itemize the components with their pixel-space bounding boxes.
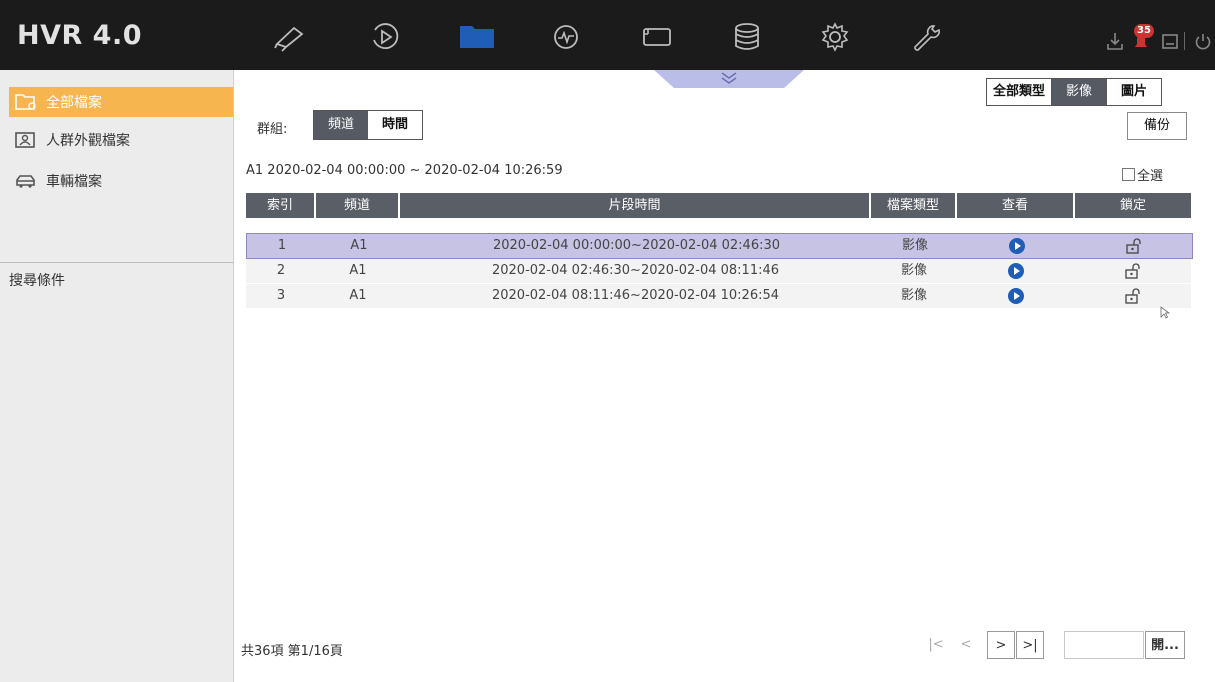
cell-view [957,284,1075,308]
alarm-count-badge: 35 [1134,24,1154,38]
column-header-file-type: 檔案類型 [871,193,957,218]
last-page-button[interactable]: >| [1016,631,1044,659]
sidebar: 全部檔案 人群外觀檔案 車輛檔案 搜尋條件 [0,70,234,682]
tab-picture[interactable]: 圖片 [1107,79,1162,105]
go-page-button[interactable]: 開... [1145,631,1185,659]
table-row[interactable]: 2 A1 2020-02-04 02:46:30~2020-02-04 08:1… [246,259,1191,283]
top-navigation-bar: HVR 4.0 35 [0,0,1215,70]
group-label: 群組: [257,122,288,137]
tab-channel[interactable]: 頻道 [314,111,369,139]
cell-index: 2 [276,263,286,278]
page-summary: 共36項 第1/16頁 [241,644,343,659]
table-row[interactable]: 1 A1 2020-02-04 00:00:00~2020-02-04 02:4… [246,233,1193,259]
tab-all-types[interactable]: 全部類型 [987,79,1053,105]
live-view-camera-icon[interactable] [272,20,306,54]
cell-view [958,234,1076,258]
column-header-view: 查看 [957,193,1075,218]
separator-line [1184,32,1185,50]
first-page-button[interactable]: |< [921,631,951,659]
cell-index: 1 [277,238,287,253]
select-all-label: 全選 [1137,169,1164,184]
play-icon[interactable] [1008,262,1024,279]
play-icon[interactable] [1008,287,1024,304]
page-number-input[interactable] [1064,631,1144,659]
search-conditions-heading: 搜尋條件 [9,273,65,289]
sidebar-item-all-files[interactable]: 全部檔案 [9,87,233,117]
sidebar-item-human-appearance-files[interactable]: 人群外觀檔案 [9,125,233,155]
playback-icon[interactable] [368,20,402,54]
collapse-panel-tab[interactable] [654,70,804,88]
cell-channel: A1 [349,288,367,303]
cell-channel: A1 [350,238,368,253]
column-header-lock: 鎖定 [1075,193,1191,218]
cell-lock [1076,234,1192,258]
configuration-screen-icon[interactable] [640,20,674,54]
cell-lock [1075,284,1191,308]
mouse-cursor-icon [1160,306,1170,319]
main-content: 群組: 頻道 時間 全部類型 影像 圖片 備份 A1 2020-02-04 00… [234,70,1215,682]
cell-period: 2020-02-04 08:11:46~2020-02-04 10:26:54 [491,288,780,303]
next-page-button[interactable]: > [987,631,1015,659]
account-icon[interactable] [1160,30,1180,52]
column-header-index: 索引 [246,193,316,218]
tab-time[interactable]: 時間 [368,111,423,139]
sidebar-divider [0,262,233,263]
select-all-checkbox[interactable]: 全選 [1122,165,1163,184]
file-type-tabs: 全部類型 影像 圖片 [986,78,1163,106]
human-appearance-file-icon [15,132,35,148]
unlock-icon[interactable] [1125,237,1143,255]
group-tabs: 頻道 時間 [313,110,424,140]
sidebar-item-label: 全部檔案 [46,95,102,111]
settings-gear-icon[interactable] [818,20,852,54]
play-icon[interactable] [1009,237,1025,254]
table-row[interactable]: 3 A1 2020-02-04 08:11:46~2020-02-04 10:2… [246,284,1191,308]
column-header-channel: 頻道 [316,193,400,218]
unlock-icon[interactable] [1124,287,1142,305]
cell-channel: A1 [349,263,367,278]
unlock-icon[interactable] [1124,262,1142,280]
all-files-icon [15,94,36,110]
download-icon[interactable] [1105,30,1125,52]
sidebar-item-vehicle-files[interactable]: 車輛檔案 [9,166,233,196]
file-management-icon[interactable] [460,20,494,54]
column-header-period: 片段時間 [400,193,871,218]
previous-page-button[interactable]: < [951,631,981,659]
cell-period: 2020-02-04 00:00:00~2020-02-04 02:46:30 [492,238,781,253]
tab-video[interactable]: 影像 [1052,79,1108,105]
sidebar-item-label: 車輛檔案 [46,174,102,190]
storage-database-icon[interactable] [730,20,764,54]
vehicle-file-icon [16,175,35,188]
app-logo: HVR 4.0 [17,20,143,51]
table-header: 索引 頻道 片段時間 檔案類型 查看 鎖定 [246,193,1191,218]
maintenance-wrench-icon[interactable] [908,20,942,54]
search-range-text: A1 2020-02-04 00:00:00 ~ 2020-02-04 10:2… [246,163,563,178]
cell-index: 3 [276,288,286,303]
checkbox-icon[interactable] [1122,168,1135,181]
cell-file-type: 影像 [900,263,927,278]
sidebar-item-label: 人群外觀檔案 [46,133,130,149]
cell-file-type: 影像 [901,238,928,253]
cell-lock [1075,259,1191,283]
smart-analysis-icon[interactable] [549,20,583,54]
cell-view [957,259,1075,283]
cell-file-type: 影像 [900,288,927,303]
backup-button[interactable]: 備份 [1127,112,1187,140]
cell-period: 2020-02-04 02:46:30~2020-02-04 08:11:46 [491,263,780,278]
power-icon[interactable] [1193,30,1213,52]
